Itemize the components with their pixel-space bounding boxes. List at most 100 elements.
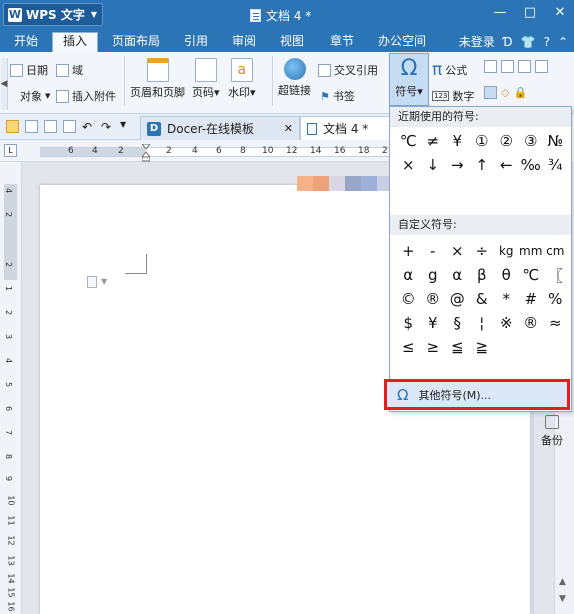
custom-symbol[interactable]: kg bbox=[494, 239, 519, 263]
minimize-button[interactable]: — bbox=[492, 5, 508, 20]
recent-symbol[interactable]: ③ bbox=[519, 129, 544, 153]
date-button[interactable]: 日期 bbox=[10, 62, 48, 78]
custom-symbol[interactable]: ¦ bbox=[470, 311, 495, 335]
checkbox-icon[interactable] bbox=[501, 60, 514, 73]
redo-icon[interactable]: ↷ bbox=[101, 120, 114, 134]
tab-review[interactable]: 审阅 bbox=[232, 33, 256, 52]
bookmark-button[interactable]: ⚑ 书签 bbox=[320, 88, 355, 104]
recent-symbol[interactable]: ① bbox=[470, 129, 495, 153]
header-footer-button[interactable]: 页眉和页脚 bbox=[130, 58, 185, 100]
tab-start[interactable]: 开始 bbox=[14, 33, 38, 52]
open-icon[interactable] bbox=[6, 120, 19, 133]
hyperlink-button[interactable]: 超链接 bbox=[278, 58, 311, 98]
dropdown-field-icon[interactable] bbox=[518, 60, 531, 73]
object-button[interactable]: 对象 ▼ bbox=[20, 88, 50, 104]
recent-symbol[interactable]: ¥ bbox=[445, 129, 470, 153]
custom-symbol[interactable]: ※ bbox=[494, 311, 519, 335]
custom-symbol[interactable]: ℃ bbox=[519, 263, 544, 287]
custom-symbol[interactable]: © bbox=[396, 287, 421, 311]
custom-symbol[interactable]: ® bbox=[421, 287, 446, 311]
recent-symbol[interactable]: ‰ bbox=[519, 153, 544, 177]
chevron-up-icon[interactable]: ⌃ bbox=[558, 35, 568, 49]
custom-symbol[interactable]: @ bbox=[445, 287, 470, 311]
tab-chapter[interactable]: 章节 bbox=[330, 33, 354, 52]
custom-symbol[interactable]: ® bbox=[519, 311, 544, 335]
custom-symbol[interactable]: mm bbox=[519, 239, 544, 263]
recent-symbol[interactable]: ≠ bbox=[421, 129, 446, 153]
help-icon[interactable]: ? bbox=[544, 35, 550, 49]
custom-symbol[interactable]: β bbox=[470, 263, 495, 287]
recent-symbol[interactable]: × bbox=[396, 153, 421, 177]
number-button[interactable]: 123 数字 bbox=[432, 88, 474, 104]
tab-stop-selector[interactable]: L bbox=[4, 144, 17, 157]
custom-symbol[interactable]: α bbox=[396, 263, 421, 287]
undo-icon[interactable]: ↶ bbox=[82, 120, 95, 134]
eraser-icon[interactable]: ◇ bbox=[501, 86, 509, 99]
tab-office-space[interactable]: 办公空间 bbox=[378, 33, 426, 52]
custom-symbol[interactable]: $ bbox=[396, 311, 421, 335]
close-button[interactable]: ✕ bbox=[552, 5, 568, 20]
custom-symbol[interactable]: ≦ bbox=[445, 335, 470, 359]
recent-symbol[interactable]: ↑ bbox=[470, 153, 495, 177]
custom-symbol[interactable]: - bbox=[421, 239, 446, 263]
formula-button[interactable]: π 公式 bbox=[432, 60, 467, 80]
text-field-icon[interactable] bbox=[484, 60, 497, 73]
page-number-button[interactable]: 页码▾ bbox=[192, 58, 220, 100]
save-icon[interactable] bbox=[25, 120, 38, 133]
backup-button[interactable]: 备份 bbox=[533, 415, 571, 455]
custom-symbol[interactable]: θ bbox=[494, 263, 519, 287]
scroll-down-icon[interactable]: ▼ bbox=[559, 594, 566, 604]
wps-app-menu-button[interactable]: W WPS 文字 ▼ bbox=[3, 3, 103, 26]
print-preview-icon[interactable] bbox=[63, 120, 76, 133]
custom-symbol[interactable]: ≈ bbox=[543, 311, 568, 335]
recent-symbol[interactable]: № bbox=[543, 129, 568, 153]
custom-symbol[interactable]: # bbox=[519, 287, 544, 311]
tab-page-layout[interactable]: 页面布局 bbox=[112, 33, 160, 52]
recent-symbol[interactable]: → bbox=[445, 153, 470, 177]
custom-symbol[interactable]: cm bbox=[543, 239, 568, 263]
symbol-button[interactable]: Ω 符号▾ bbox=[389, 53, 429, 106]
tab-document-4[interactable]: 文档 4 * bbox=[300, 116, 390, 140]
custom-symbol[interactable]: ≧ bbox=[470, 335, 495, 359]
custom-symbol[interactable]: ¥ bbox=[421, 311, 446, 335]
cross-reference-button[interactable]: 交叉引用 bbox=[318, 62, 378, 78]
chevron-down-icon[interactable]: ▼ bbox=[101, 277, 107, 286]
customize-toolbar-icon[interactable]: ▼ bbox=[120, 120, 133, 133]
recent-symbol[interactable]: ② bbox=[494, 129, 519, 153]
field-shading-icon[interactable] bbox=[484, 86, 497, 99]
recent-symbol[interactable]: ↓ bbox=[421, 153, 446, 177]
restore-button[interactable]: □ bbox=[522, 5, 538, 20]
custom-symbol[interactable]: 〖 bbox=[543, 263, 568, 287]
tab-insert[interactable]: 插入 bbox=[52, 32, 99, 52]
skin-icon[interactable]: Ɗ bbox=[503, 35, 513, 49]
login-link[interactable]: 未登录 bbox=[459, 33, 495, 50]
custom-symbol[interactable]: ÷ bbox=[470, 239, 495, 263]
custom-symbol[interactable]: × bbox=[445, 239, 470, 263]
tab-reference[interactable]: 引用 bbox=[184, 33, 208, 52]
close-icon[interactable]: ✕ bbox=[284, 122, 293, 135]
custom-symbol[interactable]: & bbox=[470, 287, 495, 311]
form-icon[interactable] bbox=[535, 60, 548, 73]
recent-symbol[interactable]: ← bbox=[494, 153, 519, 177]
watermark-button[interactable]: a 水印▾ bbox=[228, 58, 256, 100]
paragraph-icon[interactable] bbox=[87, 276, 97, 288]
custom-symbol[interactable]: + bbox=[396, 239, 421, 263]
indent-marker-icon[interactable] bbox=[142, 144, 150, 162]
ribbon-scroll-left[interactable]: ◀ bbox=[1, 58, 8, 110]
more-symbols-button[interactable]: Ω 其他符号(M)... bbox=[384, 379, 570, 410]
scroll-up-icon[interactable]: ▲ bbox=[559, 577, 566, 587]
custom-symbol[interactable]: α bbox=[445, 263, 470, 287]
print-icon[interactable] bbox=[44, 120, 57, 133]
recent-symbol[interactable]: ℃ bbox=[396, 129, 421, 153]
custom-symbol[interactable]: * bbox=[494, 287, 519, 311]
field-button[interactable]: 域 bbox=[56, 62, 83, 78]
custom-symbol[interactable]: ≤ bbox=[396, 335, 421, 359]
custom-symbol[interactable]: % bbox=[543, 287, 568, 311]
custom-symbol[interactable]: g bbox=[421, 263, 446, 287]
custom-symbol[interactable]: ≥ bbox=[421, 335, 446, 359]
tab-view[interactable]: 视图 bbox=[280, 33, 304, 52]
insert-attachment-button[interactable]: 插入附件 bbox=[56, 88, 116, 104]
recent-symbol[interactable]: ¾ bbox=[543, 153, 568, 177]
lock-icon[interactable]: 🔒 bbox=[513, 86, 527, 99]
shirt-icon[interactable]: 👕 bbox=[521, 35, 536, 49]
